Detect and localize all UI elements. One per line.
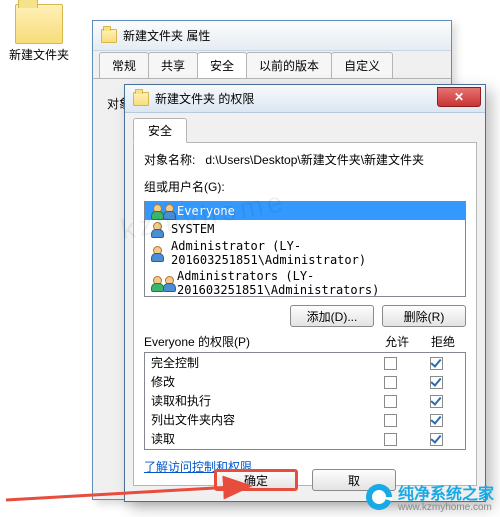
tab-security-inner[interactable]: 安全 <box>133 118 187 143</box>
principal-name: SYSTEM <box>171 222 214 236</box>
folder-icon <box>15 4 63 44</box>
permissions-panel: 对象名称: d:\Users\Desktop\新建文件夹\新建文件夹 组或用户名… <box>133 143 477 486</box>
group-users-label: 组或用户名(G): <box>144 178 225 195</box>
deny-checkbox[interactable] <box>430 357 443 370</box>
deny-checkbox[interactable] <box>430 414 443 427</box>
desktop-folder-label: 新建文件夹 <box>9 48 69 62</box>
remove-button[interactable]: 删除(R) <box>382 305 466 327</box>
brand-name: 纯净系统之家 <box>398 480 494 504</box>
permission-name: 读取和执行 <box>151 392 367 409</box>
ok-button[interactable]: 确定 <box>214 469 298 491</box>
principal-name: Administrator (LY-201603251851\Administr… <box>171 239 461 267</box>
permissions-title: 新建文件夹 的权限 <box>155 90 254 107</box>
principals-list[interactable]: Everyone SYSTEM Administrator (LY-201603… <box>144 201 466 297</box>
allow-checkbox[interactable] <box>384 376 397 389</box>
user-icon <box>149 221 165 237</box>
table-row: 读取和执行 <box>145 391 465 410</box>
object-name-value: d:\Users\Desktop\新建文件夹\新建文件夹 <box>205 151 466 168</box>
permissions-tabs: 安全 <box>133 119 477 143</box>
tab-sharing[interactable]: 共享 <box>148 52 198 78</box>
close-button[interactable]: ✕ <box>437 87 481 107</box>
user-icon <box>161 275 177 291</box>
deny-checkbox[interactable] <box>430 376 443 389</box>
permission-name: 列出文件夹内容 <box>151 411 367 428</box>
list-item[interactable]: SYSTEM <box>145 220 465 238</box>
table-row: 读取 <box>145 429 465 448</box>
tab-security[interactable]: 安全 <box>197 52 247 78</box>
permission-name: 读取 <box>151 430 367 447</box>
deny-checkbox[interactable] <box>430 395 443 408</box>
folder-icon <box>133 92 149 106</box>
tab-customize[interactable]: 自定义 <box>331 52 393 78</box>
tab-general[interactable]: 常规 <box>99 52 149 78</box>
table-row: 修改 <box>145 372 465 391</box>
tab-previous-versions[interactable]: 以前的版本 <box>246 52 332 78</box>
allow-checkbox[interactable] <box>384 433 397 446</box>
permission-name: 完全控制 <box>151 354 367 371</box>
allow-checkbox[interactable] <box>384 357 397 370</box>
list-item[interactable]: Everyone <box>145 202 465 220</box>
properties-titlebar[interactable]: 新建文件夹 属性 <box>93 21 451 51</box>
user-icon <box>149 245 165 261</box>
properties-tabs: 常规 共享 安全 以前的版本 自定义 <box>93 51 451 79</box>
permission-name: 修改 <box>151 373 367 390</box>
list-item[interactable]: Administrators (LY-201603251851\Administ… <box>145 268 465 297</box>
desktop-folder[interactable]: 新建文件夹 <box>4 4 74 63</box>
properties-title: 新建文件夹 属性 <box>123 27 210 44</box>
footer-brand: 纯净系统之家 www.kzmyhome.com <box>366 480 494 513</box>
table-row: 完全控制 <box>145 353 465 372</box>
principal-name: Everyone <box>177 204 235 218</box>
object-name-label: 对象名称: <box>144 151 195 168</box>
brand-logo-icon <box>366 484 392 510</box>
permissions-for-label: Everyone 的权限(P) <box>144 333 374 350</box>
permissions-dialog: 新建文件夹 的权限 ✕ 安全 对象名称: d:\Users\Desktop\新建… <box>124 84 486 502</box>
allow-checkbox[interactable] <box>384 395 397 408</box>
add-button[interactable]: 添加(D)... <box>290 305 374 327</box>
folder-icon <box>101 29 117 43</box>
user-icon <box>161 203 177 219</box>
deny-header: 拒绝 <box>420 333 466 350</box>
principal-name: Administrators (LY-201603251851\Administ… <box>177 269 461 297</box>
brand-url: www.kzmyhome.com <box>398 502 494 513</box>
list-item[interactable]: Administrator (LY-201603251851\Administr… <box>145 238 465 268</box>
permissions-table: 完全控制 修改 读取和执行 列出文件夹内容 <box>144 352 466 450</box>
allow-checkbox[interactable] <box>384 414 397 427</box>
table-row: 列出文件夹内容 <box>145 410 465 429</box>
deny-checkbox[interactable] <box>430 433 443 446</box>
permissions-titlebar[interactable]: 新建文件夹 的权限 ✕ <box>125 85 485 113</box>
allow-header: 允许 <box>374 333 420 350</box>
